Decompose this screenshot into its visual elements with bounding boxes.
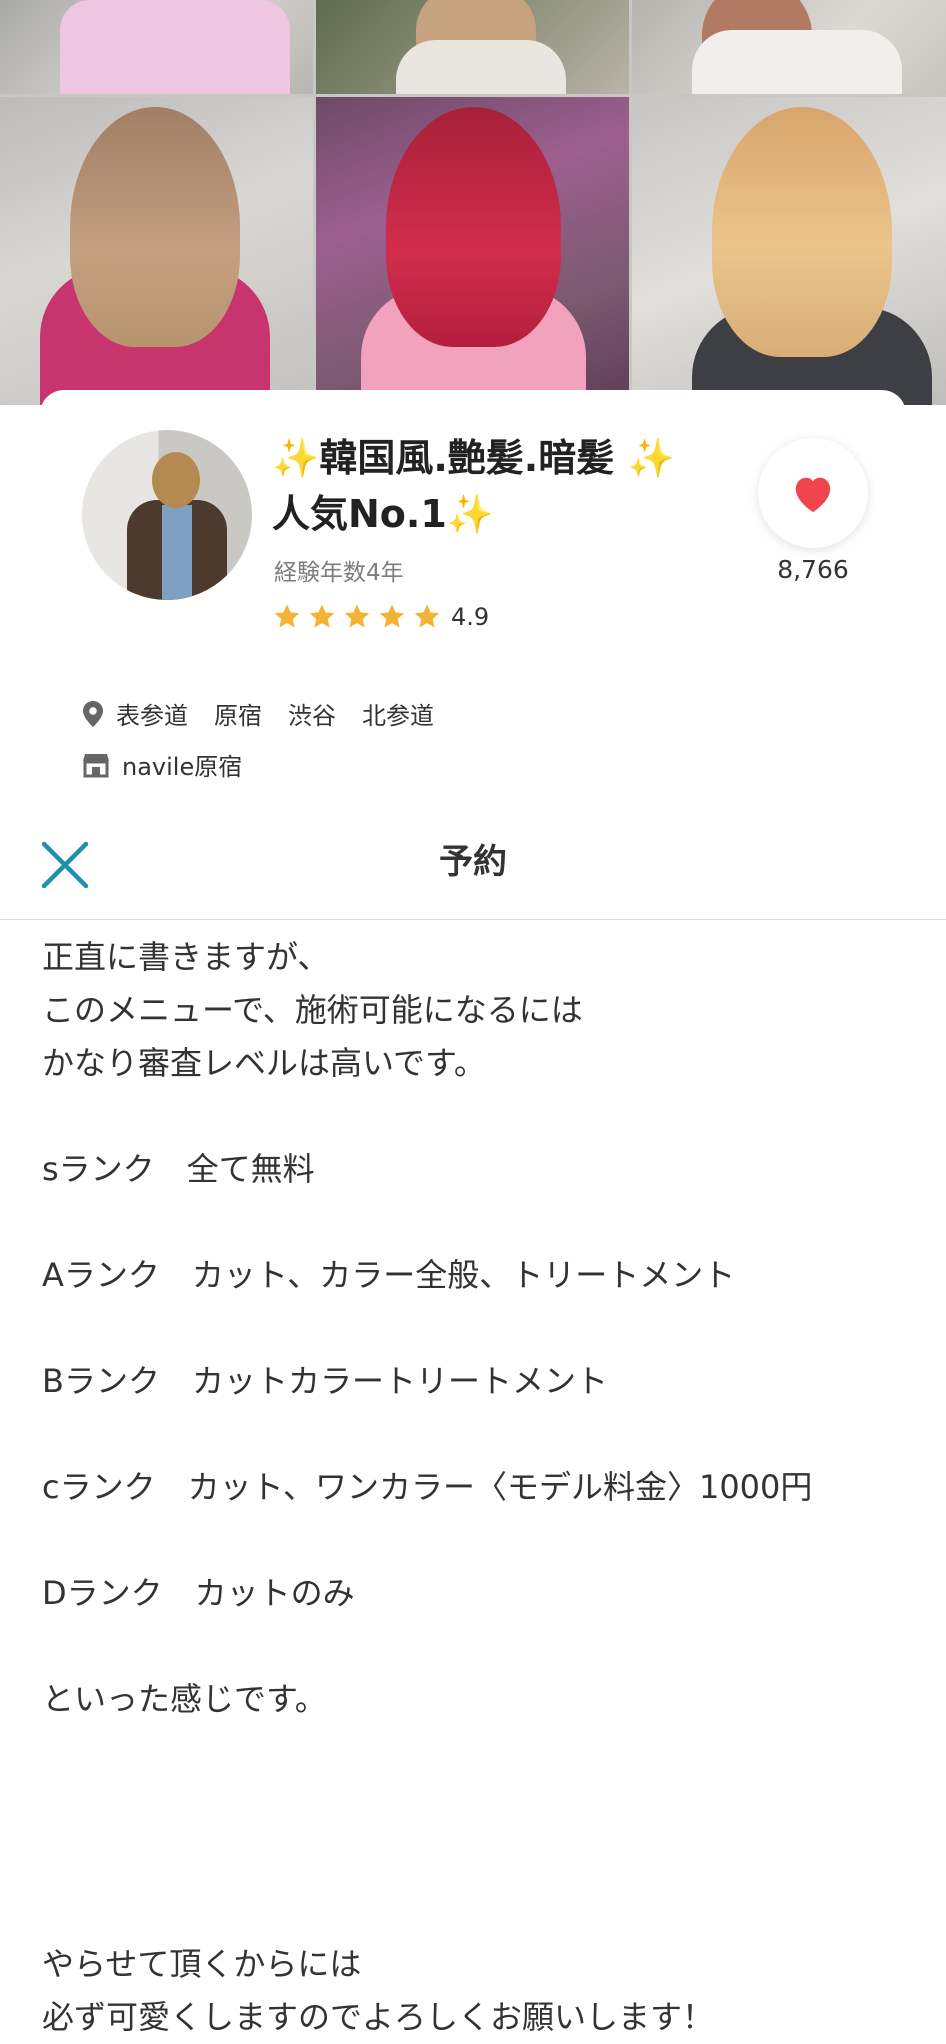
modal-title: 予約: [439, 842, 507, 882]
description-line: 正直に書きますが、: [42, 938, 330, 976]
hair-photo[interactable]: [632, 0, 946, 94]
description-line: [42, 1196, 922, 1249]
description-line: [42, 1885, 922, 1938]
close-button[interactable]: [40, 840, 90, 890]
reservation-modal: 予約 正直に書きますが、 このメニューで、施術可能になるには かなり審査レベルは…: [0, 805, 946, 2036]
description-line: Dランク カットのみ: [42, 1574, 355, 1612]
description-line: [42, 1620, 922, 1673]
title-line-2: 人気No.1: [272, 492, 447, 536]
star-icon: [379, 604, 405, 628]
description-line: Aランク カット、カラー全般、トリートメント: [42, 1256, 736, 1294]
area-tag: 北参道: [362, 702, 434, 730]
description-line: [42, 1832, 922, 1885]
description-line: Bランク カットカラートリートメント: [42, 1362, 608, 1400]
favorite-button[interactable]: [758, 438, 868, 548]
close-icon: [41, 841, 89, 889]
sparkles-icon: ✨: [272, 436, 320, 480]
description-line: このメニューで、施術可能になるには: [42, 991, 583, 1029]
area-tag: 原宿: [214, 702, 262, 730]
star-icon: [274, 604, 300, 628]
salon-row[interactable]: navile原宿: [82, 747, 242, 782]
menu-description: 正直に書きますが、 このメニューで、施術可能になるには かなり審査レベルは高いで…: [42, 931, 922, 2044]
area-tag: 渋谷: [288, 702, 336, 730]
stylist-profile-card: ✨韓国風.艶髪.暗髪 ✨ 人気No.1✨ 経験年数4年 4.9 8,766 表参…: [40, 390, 906, 810]
sparkles-icon: ✨: [446, 492, 495, 536]
hair-photo[interactable]: [0, 97, 313, 405]
description-line: [42, 1302, 922, 1355]
star-icon: [344, 604, 370, 628]
stylist-title: ✨韓国風.艶髪.暗髪 ✨ 人気No.1✨: [272, 430, 742, 542]
favorite-count: 8,766: [777, 555, 849, 584]
sparkles-icon: ✨: [627, 436, 675, 480]
hair-photo[interactable]: [0, 0, 313, 94]
area-tag: 表参道: [116, 702, 188, 730]
hair-photo[interactable]: [316, 0, 629, 94]
title-line-1: 韓国風.艶髪.暗髪: [319, 436, 615, 480]
description-line: やらせて頂くからには: [42, 1945, 362, 1983]
salon-name: navile原宿: [122, 753, 243, 781]
star-icon: [309, 604, 335, 628]
heart-icon: [795, 477, 831, 513]
description-line: sランク 全て無料: [42, 1150, 315, 1188]
stylist-avatar[interactable]: [82, 430, 252, 600]
description-line: [42, 1090, 922, 1143]
rating-value: 4.9: [451, 603, 490, 631]
hair-photo[interactable]: [316, 97, 629, 405]
description-line: [42, 1514, 922, 1567]
description-line: [42, 1779, 922, 1832]
description-line: [42, 1408, 922, 1461]
hair-photo[interactable]: [632, 97, 946, 405]
description-line: [42, 1726, 922, 1779]
experience-years: 経験年数4年: [274, 560, 404, 586]
hair-photo-gallery: [0, 0, 946, 405]
description-line: 必ず可愛くしますのでよろしくお願いします！: [42, 1998, 715, 2036]
description-line: かなり審査レベルは高いです。: [42, 1044, 486, 1082]
shop-icon: [83, 753, 109, 777]
description-line: cランク カット、ワンカラー〈モデル料金〉1000円: [42, 1468, 813, 1506]
location-pin-icon: [83, 700, 103, 727]
areas-row: 表参道 原宿 渋谷 北参道: [82, 696, 460, 731]
rating-stars: 4.9: [272, 602, 489, 632]
modal-header: 予約: [0, 805, 946, 920]
description-line: といった感じです。: [42, 1680, 327, 1718]
star-icon: [414, 604, 440, 628]
